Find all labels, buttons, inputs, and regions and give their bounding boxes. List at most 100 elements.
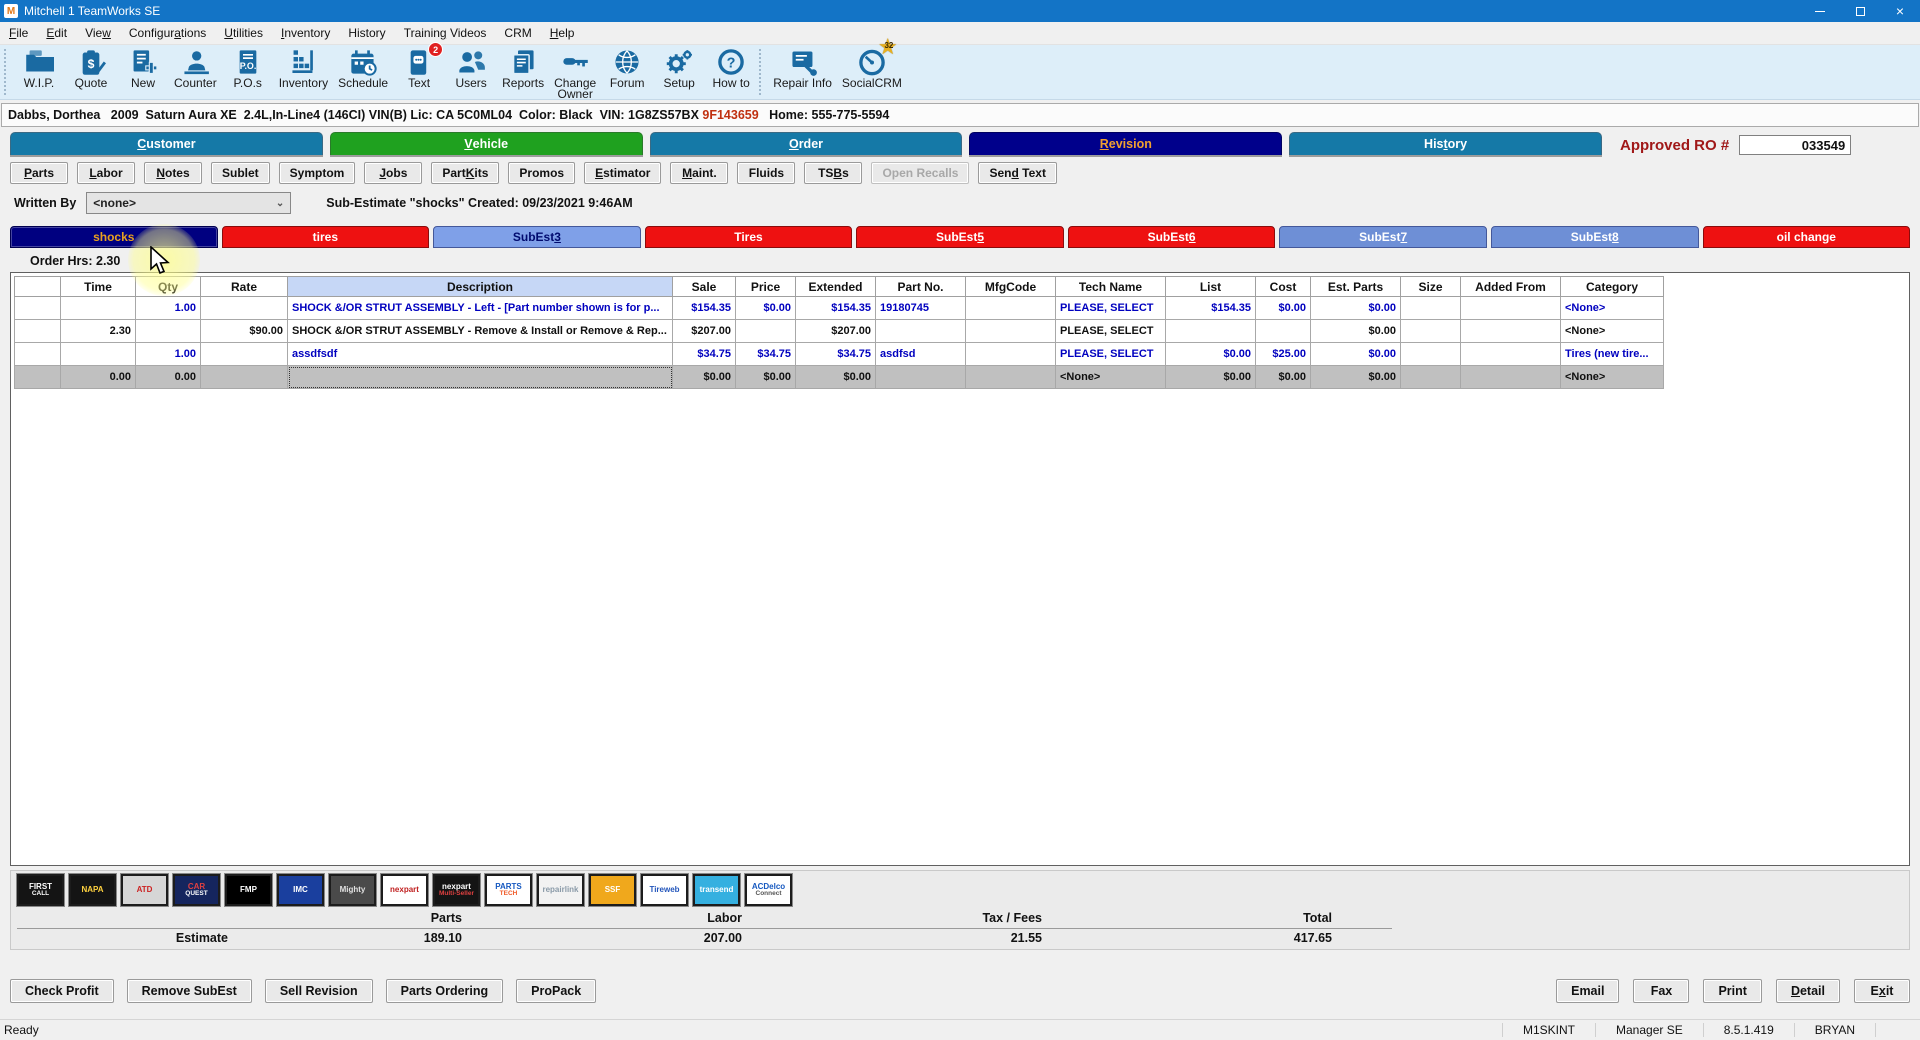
- column-header-added-from[interactable]: Added From: [1461, 277, 1561, 297]
- cell-mfgcode[interactable]: [966, 366, 1056, 389]
- table-row[interactable]: 1.00SHOCK &/OR STRUT ASSEMBLY - Left - […: [15, 297, 1664, 320]
- cell-mfgcode[interactable]: [966, 297, 1056, 320]
- maximize-button[interactable]: [1840, 0, 1880, 22]
- menu-item[interactable]: File: [0, 24, 37, 42]
- subest-tab-subest7[interactable]: SubEst7: [1279, 226, 1487, 248]
- toolbar-button-reports[interactable]: Reports: [497, 47, 549, 99]
- cell-category[interactable]: <None>: [1561, 366, 1664, 389]
- vendor-logo-napa[interactable]: NAPA: [69, 874, 116, 906]
- cell-tech-name[interactable]: <None>: [1056, 366, 1166, 389]
- cell-cost[interactable]: $0.00: [1256, 297, 1311, 320]
- cell-part-no-[interactable]: [876, 320, 966, 343]
- toolbar-button-setup[interactable]: Setup: [653, 47, 705, 99]
- cell-rate[interactable]: [201, 366, 288, 389]
- cell-extended[interactable]: $34.75: [796, 343, 876, 366]
- vendor-logo-atd[interactable]: ATD: [121, 874, 168, 906]
- column-header-price[interactable]: Price: [736, 277, 796, 297]
- tab-revision[interactable]: Revision: [969, 132, 1282, 155]
- table-row[interactable]: 0.000.00$0.00$0.00$0.00<None>$0.00$0.00$…: [15, 366, 1664, 389]
- column-header-description[interactable]: Description: [288, 277, 673, 297]
- cell-qty[interactable]: 1.00: [136, 343, 201, 366]
- send-text-button[interactable]: Send Text: [978, 162, 1056, 184]
- menu-item[interactable]: Edit: [37, 24, 76, 42]
- vendor-logo-mighty[interactable]: Mighty: [329, 874, 376, 906]
- cell-selector[interactable]: [15, 320, 61, 343]
- toolbar-button-how-to[interactable]: ?How to: [705, 47, 757, 99]
- menu-item[interactable]: Training Videos: [395, 24, 496, 42]
- cell-category[interactable]: <None>: [1561, 297, 1664, 320]
- toolbar-button-quote[interactable]: $Quote: [65, 47, 117, 99]
- vendor-logo-nexpart[interactable]: nexpartMulti-Seller: [433, 874, 480, 906]
- cell-est-parts[interactable]: $0.00: [1311, 297, 1401, 320]
- column-header-qty[interactable]: Qty: [136, 277, 201, 297]
- vendor-logo-first[interactable]: FIRSTCALL: [17, 874, 64, 906]
- parts-button[interactable]: Parts: [10, 162, 68, 184]
- subest-tab-tires[interactable]: Tires: [645, 226, 853, 248]
- subest-tab-tires[interactable]: tires: [222, 226, 430, 248]
- column-header-tech-name[interactable]: Tech Name: [1056, 277, 1166, 297]
- toolbar-button-p-o-s[interactable]: P.O.P.O.s: [222, 47, 274, 99]
- cell-added-from[interactable]: [1461, 343, 1561, 366]
- cell-qty[interactable]: 1.00: [136, 297, 201, 320]
- detail-button[interactable]: Detail: [1776, 979, 1840, 1003]
- column-header-selector[interactable]: [15, 277, 61, 297]
- cell-list[interactable]: $0.00: [1166, 343, 1256, 366]
- menu-item[interactable]: Inventory: [272, 24, 339, 42]
- vendor-logo-transend[interactable]: transend: [693, 874, 740, 906]
- toolbar-button-w-i-p-[interactable]: W.I.P.: [13, 47, 65, 99]
- cell-time[interactable]: [61, 297, 136, 320]
- tab-vehicle[interactable]: Vehicle: [330, 132, 643, 155]
- tab-customer[interactable]: Customer: [10, 132, 323, 155]
- email-button[interactable]: Email: [1556, 979, 1619, 1003]
- sell-revision-button[interactable]: Sell Revision: [265, 979, 373, 1003]
- vendor-logo-imc[interactable]: IMC: [277, 874, 324, 906]
- toolbar-button-text[interactable]: 2Text: [393, 47, 445, 99]
- cell-time[interactable]: 0.00: [61, 366, 136, 389]
- cell-sale[interactable]: $154.35: [673, 297, 736, 320]
- cell-added-from[interactable]: [1461, 297, 1561, 320]
- subest-tab-oil-change[interactable]: oil change: [1703, 226, 1911, 248]
- minimize-button[interactable]: [1800, 0, 1840, 22]
- toolbar-button-repair-info[interactable]: Repair Info: [768, 47, 837, 99]
- toolbar-button-users[interactable]: Users: [445, 47, 497, 99]
- cell-selector[interactable]: [15, 343, 61, 366]
- cell-description[interactable]: assdfsdf: [288, 343, 673, 366]
- cell-price[interactable]: $0.00: [736, 297, 796, 320]
- sublet-button[interactable]: Sublet: [211, 162, 270, 184]
- cell-est-parts[interactable]: $0.00: [1311, 366, 1401, 389]
- check-profit-button[interactable]: Check Profit: [10, 979, 114, 1003]
- cell-tech-name[interactable]: PLEASE, SELECT: [1056, 343, 1166, 366]
- cell-cost[interactable]: $0.00: [1256, 366, 1311, 389]
- table-row[interactable]: 1.00assdfsdf$34.75$34.75$34.75asdfsdPLEA…: [15, 343, 1664, 366]
- cell-extended[interactable]: $154.35: [796, 297, 876, 320]
- cell-size[interactable]: [1401, 320, 1461, 343]
- cell-size[interactable]: [1401, 297, 1461, 320]
- remove-subest-button[interactable]: Remove SubEst: [127, 979, 252, 1003]
- print-button[interactable]: Print: [1703, 979, 1761, 1003]
- cell-time[interactable]: 2.30: [61, 320, 136, 343]
- cell-selector[interactable]: [15, 297, 61, 320]
- toolbar-button-inventory[interactable]: Inventory: [274, 47, 333, 99]
- cell-tech-name[interactable]: PLEASE, SELECT: [1056, 320, 1166, 343]
- subest-tab-shocks[interactable]: shocks: [10, 226, 218, 248]
- cell-description[interactable]: SHOCK &/OR STRUT ASSEMBLY - Remove & Ins…: [288, 320, 673, 343]
- propack-button[interactable]: ProPack: [516, 979, 596, 1003]
- cell-part-no-[interactable]: asdfsd: [876, 343, 966, 366]
- menu-item[interactable]: History: [339, 24, 394, 42]
- cell-qty[interactable]: [136, 320, 201, 343]
- cell-list[interactable]: [1166, 320, 1256, 343]
- cell-qty[interactable]: 0.00: [136, 366, 201, 389]
- column-header-list[interactable]: List: [1166, 277, 1256, 297]
- vendor-logo-tireweb[interactable]: Tireweb: [641, 874, 688, 906]
- vendor-logo-parts[interactable]: PARTSTECH: [485, 874, 532, 906]
- cell-list[interactable]: $0.00: [1166, 366, 1256, 389]
- cell-rate[interactable]: [201, 343, 288, 366]
- symptom-button[interactable]: Symptom: [279, 162, 356, 184]
- fax-button[interactable]: Fax: [1633, 979, 1689, 1003]
- cell-time[interactable]: [61, 343, 136, 366]
- jobs-button[interactable]: Jobs: [364, 162, 422, 184]
- cell-mfgcode[interactable]: [966, 320, 1056, 343]
- cell-price[interactable]: $0.00: [736, 366, 796, 389]
- cell-rate[interactable]: [201, 297, 288, 320]
- vendor-logo-car[interactable]: CARQUEST: [173, 874, 220, 906]
